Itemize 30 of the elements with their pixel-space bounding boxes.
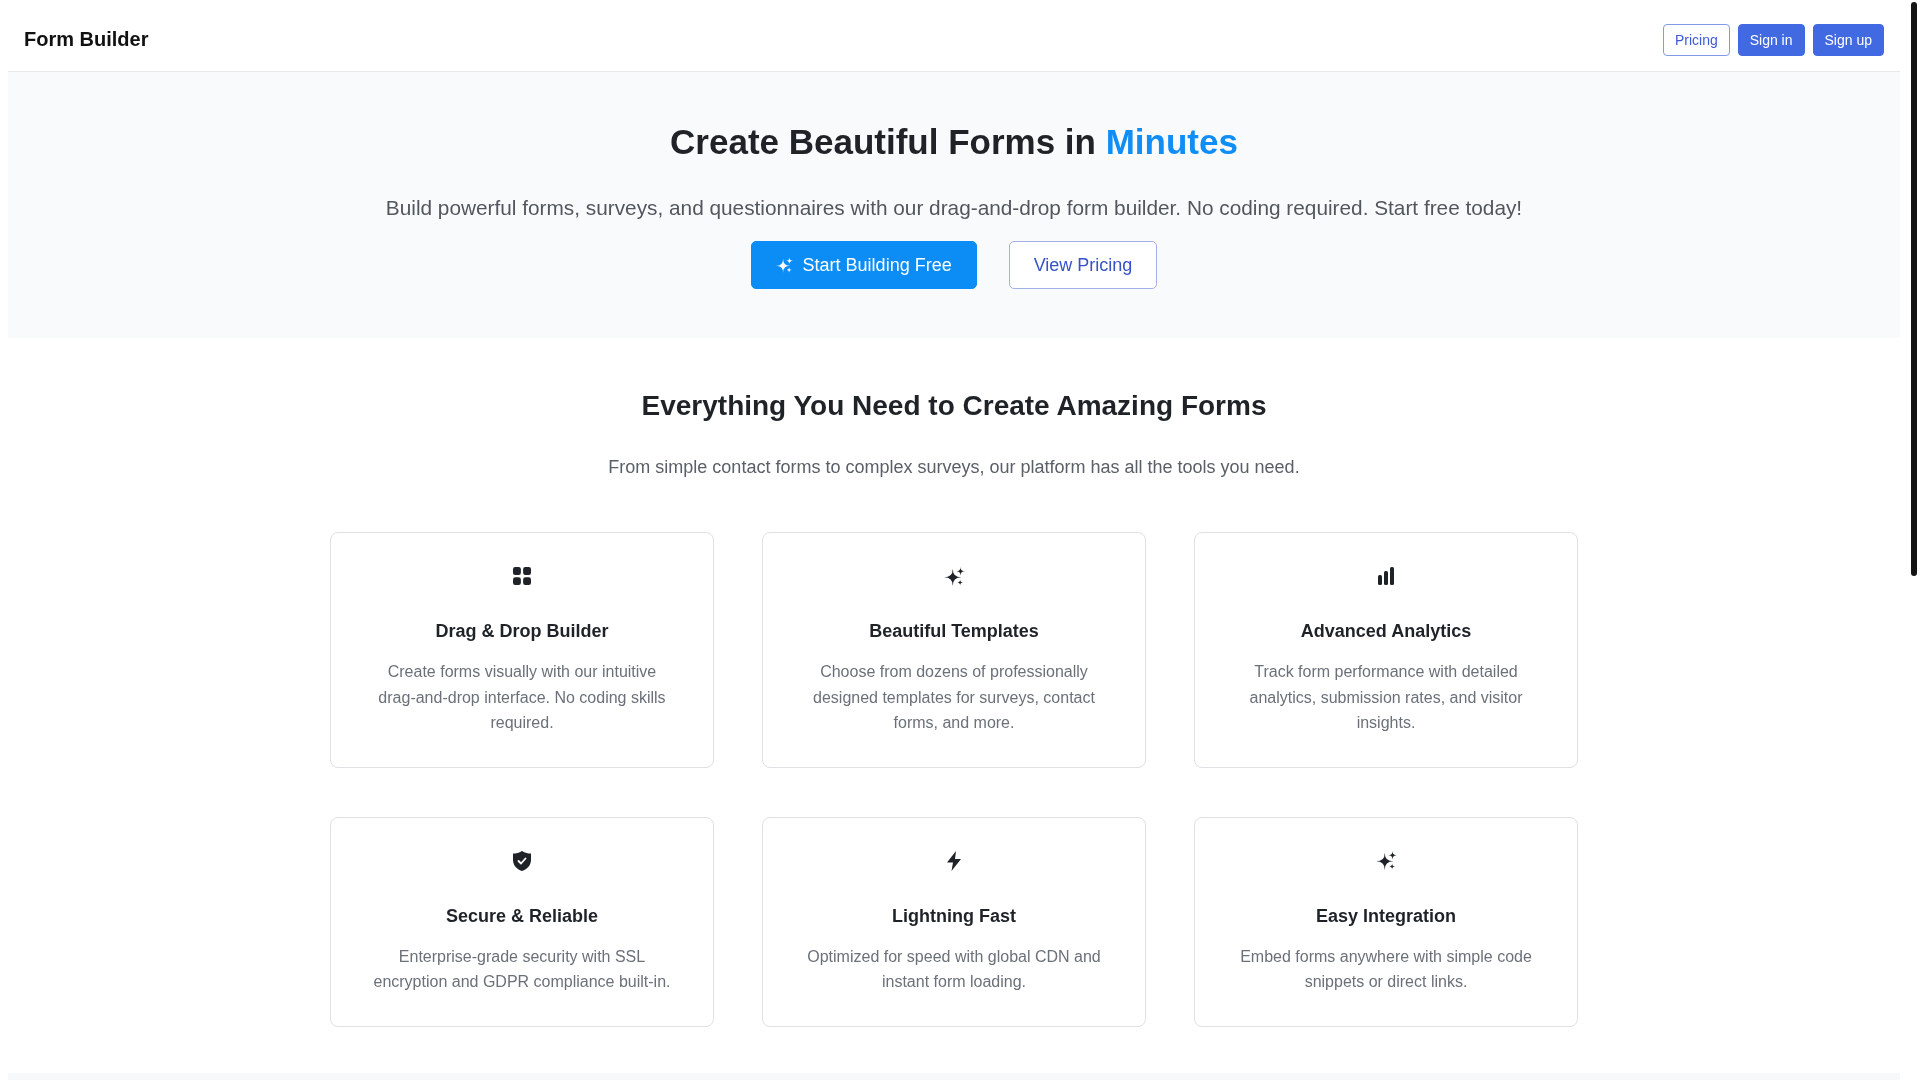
feature-description: Create forms visually with our intuitive drag-and-drop interface. No coding skills required. <box>377 662 667 734</box>
feature-title: Easy Integration <box>1315 904 1456 928</box>
feature-title: Lightning Fast <box>892 904 1016 928</box>
hero-title: Create Beautiful Forms in Minutes <box>670 121 1238 163</box>
feature-description: Enterprise-grade security with SSL encryption and GDPR compliance built-in. <box>372 946 672 993</box>
bar-chart-icon <box>1378 567 1394 585</box>
auth-button[interactable]: Sign up <box>1812 23 1884 56</box>
nav-link-button[interactable]: Pricing <box>1662 23 1730 56</box>
section-heading: Everything You Need to Create Amazing Forms <box>641 389 1267 423</box>
feature-description: Optimized for speed with global CDN and instant form loading. <box>806 946 1102 993</box>
grid-icon <box>513 567 531 585</box>
lightning-bolt-icon <box>947 850 961 871</box>
sparkles-icon <box>775 257 793 273</box>
scrollbar-thumb[interactable] <box>1911 2 1917 576</box>
sparkles-icon <box>1375 851 1397 871</box>
hero-subtitle: Build powerful forms, surveys, and questionnaires with our drag-and-drop form builder. No coding required. Start free today! <box>385 195 1523 221</box>
feature-title: Drag & Drop Builder <box>435 620 609 643</box>
feature-title: Secure & Reliable <box>445 904 599 928</box>
view-pricing-button[interactable]: View Pricing <box>1008 241 1158 289</box>
brand-title: Form Builder <box>24 28 149 51</box>
start-building-button[interactable]: Start Building Free <box>750 241 977 289</box>
auth-button[interactable]: Sign in <box>1737 23 1805 56</box>
sparkles-icon <box>943 566 965 586</box>
feature-description: Choose from dozens of professionally designed templates for surveys, contact forms, and more. <box>812 662 1096 734</box>
feature-title: Advanced Analytics <box>1300 620 1472 643</box>
feature-description: Embed forms anywhere with simple code snippets or direct links. <box>1239 946 1533 993</box>
feature-title: Beautiful Templates <box>869 620 1039 643</box>
feature-description: Track form performance with detailed analytics, submission rates, and visitor insights. <box>1248 662 1524 734</box>
section-subtitle: From simple contact forms to complex surveys, our platform has all the tools you need. <box>608 456 1300 479</box>
shield-check-icon <box>513 850 531 871</box>
